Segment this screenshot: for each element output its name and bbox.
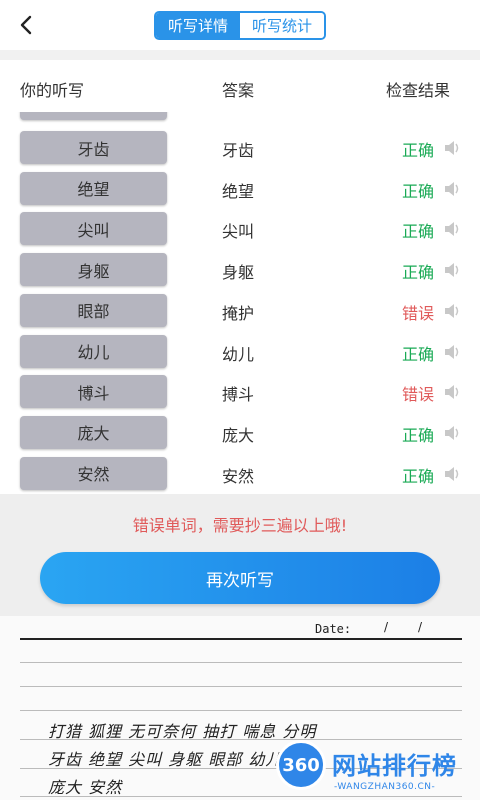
paper-line — [20, 662, 462, 663]
redo-dictation-button[interactable]: 再次听写 — [40, 552, 440, 604]
list-item-partial — [0, 112, 480, 124]
result-text: 正确 — [402, 425, 435, 445]
list-item: 绝望 绝望 正确 — [0, 168, 480, 209]
answer-text: 绝望 — [222, 181, 255, 201]
watermark-url: -WANGZHAN360.CN- — [334, 782, 436, 792]
result-list[interactable]: 牙齿 牙齿 正确 绝望 绝望 正确 尖叫 尖叫 正确 身躯 身躯 正确 眼部 掩护 错误 幼儿 幼儿 正确 博斗 搏斗… — [0, 112, 480, 494]
list-item: 庞大 庞大 正确 — [0, 412, 480, 453]
error-notice: 错误单词，需要抄三遍以上哦! — [132, 516, 348, 535]
word-button[interactable]: 安然 — [20, 456, 167, 490]
paper-line — [20, 710, 462, 711]
speaker-icon[interactable] — [443, 425, 461, 441]
handwriting-line: 庞大 安然 — [48, 778, 123, 797]
list-item: 牙齿 牙齿 正确 — [0, 127, 480, 168]
column-header: 你的听写 答案 检查结果 — [0, 60, 480, 112]
result-text: 正确 — [402, 466, 435, 486]
speaker-icon[interactable] — [443, 221, 461, 237]
answer-text: 庞大 — [222, 425, 255, 445]
word-button[interactable]: 绝望 — [20, 171, 167, 205]
list-item: 眼部 掩护 错误 — [0, 290, 480, 331]
answer-text: 掩护 — [222, 303, 255, 323]
date-label: Date: — [315, 622, 352, 636]
result-text: 错误 — [402, 303, 435, 323]
watermark: 360 网站排行榜 -WANGZHAN360.CN- — [272, 738, 480, 800]
paper-line — [20, 686, 462, 687]
chevron-left-icon — [20, 15, 32, 35]
word-button[interactable]: 身躯 — [20, 253, 167, 287]
answer-text: 身躯 — [222, 263, 255, 283]
column-yours: 你的听写 — [20, 81, 85, 100]
result-text: 错误 — [402, 385, 435, 405]
watermark-logo: 360 — [276, 740, 326, 790]
result-text: 正确 — [402, 344, 435, 364]
result-text: 正确 — [402, 263, 435, 283]
paper-line — [20, 638, 462, 640]
answer-text: 牙齿 — [222, 141, 255, 160]
result-text: 正确 — [402, 222, 435, 242]
date-separator: / — [418, 620, 423, 634]
speaker-icon[interactable] — [443, 344, 461, 360]
notice-area: 错误单词，需要抄三遍以上哦! 再次听写 — [0, 494, 480, 616]
word-button[interactable]: 庞大 — [20, 415, 167, 449]
word-button[interactable]: 牙齿 — [20, 131, 167, 164]
header: 听写详情 听写统计 — [0, 0, 480, 50]
list-item: 安然 安然 正确 — [0, 453, 480, 494]
divider — [0, 50, 480, 60]
list-item: 身躯 身躯 正确 — [0, 249, 480, 290]
column-answer: 答案 — [222, 81, 255, 100]
result-text: 正确 — [402, 181, 435, 201]
watermark-title: 网站排行榜 — [332, 752, 457, 780]
word-button — [20, 112, 167, 120]
speaker-icon[interactable] — [443, 466, 461, 482]
word-button[interactable]: 幼儿 — [20, 334, 167, 368]
date-separator: / — [384, 620, 389, 634]
word-button[interactable]: 博斗 — [20, 375, 167, 409]
speaker-icon[interactable] — [443, 303, 461, 319]
answer-text: 尖叫 — [222, 222, 255, 242]
word-button[interactable]: 尖叫 — [20, 212, 167, 246]
list-item: 幼儿 幼儿 正确 — [0, 331, 480, 372]
result-text: 正确 — [402, 141, 435, 160]
answer-text: 搏斗 — [222, 385, 255, 405]
tab-dictation-stats[interactable]: 听写统计 — [240, 13, 324, 38]
speaker-icon[interactable] — [443, 384, 461, 400]
speaker-icon[interactable] — [443, 262, 461, 278]
back-button[interactable] — [14, 12, 40, 38]
word-button[interactable]: 眼部 — [20, 293, 167, 327]
tab-dictation-details[interactable]: 听写详情 — [156, 13, 240, 38]
answer-text: 安然 — [222, 466, 255, 486]
column-result: 检查结果 — [386, 81, 451, 100]
speaker-icon[interactable] — [443, 181, 461, 197]
tab-switcher: 听写详情 听写统计 — [154, 11, 326, 40]
speaker-icon[interactable] — [443, 140, 461, 156]
list-item: 尖叫 尖叫 正确 — [0, 208, 480, 249]
answer-text: 幼儿 — [222, 344, 255, 364]
list-item: 博斗 搏斗 错误 — [0, 371, 480, 412]
